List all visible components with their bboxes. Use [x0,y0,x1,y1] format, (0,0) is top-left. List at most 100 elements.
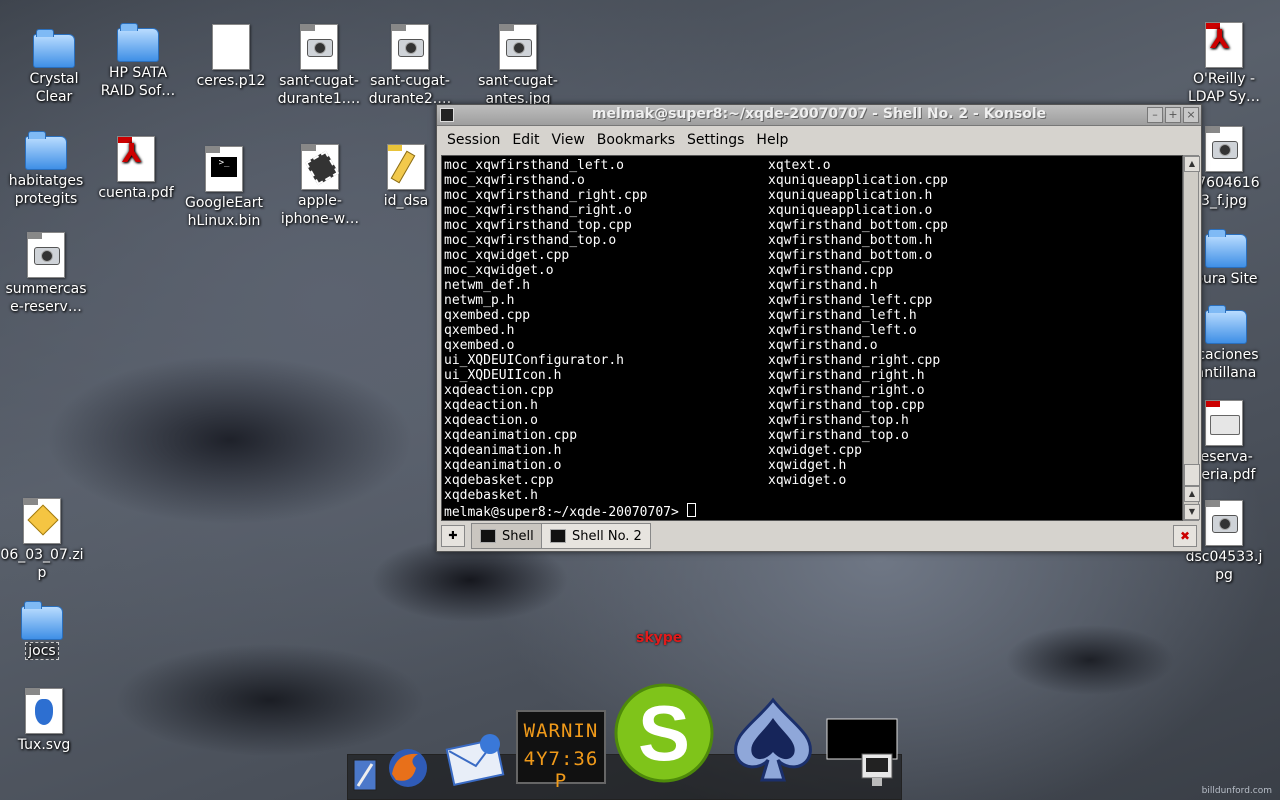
desktop-icon-habitatges-protegits[interactable]: habitatges protegits [4,128,88,208]
image-icon [1205,500,1243,546]
icon-label: dsc04533.jpg [1185,549,1263,583]
zip-icon [23,498,61,544]
icon-label: sant-cugat-antes.jpg [478,73,558,107]
desktop-icon-crystal-clear[interactable]: Crystal Clear [12,26,96,106]
file-entry: xqwfirsthand.h [768,278,878,293]
file-entry: xqwfirsthand_top.o [768,428,909,443]
desktop-icon-oreilly-ldap[interactable]: ⅄ O'Reilly - LDAP Sy… [1182,22,1266,106]
shell-prompt[interactable]: melmak@super8:~/xqde-20070707> [444,503,696,520]
new-session-button[interactable]: ✚ [441,525,465,547]
tab-bar: ✚ Shell Shell No. 2 ✖ [437,521,1201,551]
scroll-thumb[interactable] [1184,464,1200,486]
menu-view[interactable]: View [546,132,591,148]
file-entry: xquniqueapplication.h [768,188,933,203]
folder-icon [1205,229,1247,268]
file-entry: xqwfirsthand_right.o [768,383,925,398]
minimize-button[interactable]: – [1147,107,1163,123]
folder-icon [33,29,75,68]
prompt-text: melmak@super8:~/xqde-20070707> [444,505,687,520]
window-titlebar[interactable]: melmak@super8:~/xqde-20070707 - Shell No… [437,105,1201,126]
file-entry: xqwidget.h [768,458,847,473]
menu-settings[interactable]: Settings [681,132,750,148]
file-entry: xquniqueapplication.o [768,203,933,218]
tab-shell[interactable]: Shell [471,523,543,549]
firefox-icon[interactable] [386,744,430,792]
desktop-icon-sant-cugat-durante2[interactable]: sant-cugat-durante2.… [368,24,452,108]
desktop-icon-summercase[interactable]: summercase-reserv… [4,232,88,316]
file-entry: xqwfirsthand_top.h [768,413,909,428]
icon-label: jocs [0,642,84,660]
vertical-scrollbar[interactable]: ▲ ▲ ▼ [1183,155,1200,521]
file-entry: xqwfirsthand.cpp [768,263,894,278]
desktop-icon-zip[interactable]: 06_03_07.zip [0,498,84,582]
maximize-button[interactable]: + [1165,107,1181,123]
desktop-icon-apple-iphone[interactable]: apple-iphone-w… [278,144,362,228]
icon-label: Tux.svg [17,737,71,753]
menu-bar: Session Edit View Bookmarks Settings Hel… [437,126,1201,154]
spade-card-game-icon[interactable] [726,694,820,784]
icon-label: apple-iphone-w… [280,193,360,227]
file-entry: ui_XQDEUIIcon.h [444,368,562,383]
icon-label: cuenta.pdf [98,185,174,201]
menu-bookmarks[interactable]: Bookmarks [591,132,681,148]
file-entry: moc_xqwfirsthand_left.o [444,158,625,173]
listing-column-right: xqtext.o xquniqueapplication.cpp xquniquea… [768,158,1092,503]
icon-label: sant-cugat-durante2.… [368,73,452,107]
skype-icon[interactable]: S [612,680,716,786]
desktop-icon-sant-cugat-durante1[interactable]: sant-cugat-durante1.… [277,24,361,108]
file-entry: ui_XQDEUIConfigurator.h [444,353,625,368]
mail-icon[interactable] [442,726,508,792]
menu-help[interactable]: Help [750,132,794,148]
watermark-text: billdunford.com [1201,786,1272,796]
printer-icon [1205,400,1243,446]
window-title: melmak@super8:~/xqde-20070707 - Shell No… [591,106,1047,122]
desktop-icon-googleearth[interactable]: >_ GoogleEarthLinux.bin [182,146,266,230]
menu-session[interactable]: Session [441,132,506,148]
file-entry: xqdeanimation.cpp [444,428,578,443]
scroll-down-arrow-icon[interactable]: ▼ [1184,504,1200,520]
file-entry: xqwidget.cpp [768,443,862,458]
konsole-window[interactable]: melmak@super8:~/xqde-20070707 - Shell No… [436,104,1202,552]
video-icon [301,144,339,190]
file-entry: xqdebasket.cpp [444,473,554,488]
image-icon [391,24,429,70]
file-entry: netwm_p.h [444,293,515,308]
file-entry: xqwfirsthand_right.cpp [768,353,941,368]
file-entry: xqdeanimation.o [444,458,562,473]
desktop-icon-cuenta-pdf[interactable]: ⅄ cuenta.pdf [94,136,178,202]
scroll-up-arrow-icon[interactable]: ▲ [1184,156,1200,172]
tab-shell-no-2[interactable]: Shell No. 2 [541,523,651,549]
file-entry: xqwfirsthand_top.cpp [768,398,925,413]
pdf-icon: ⅄ [1205,22,1243,68]
file-entry: xqwfirsthand_bottom.o [768,248,933,263]
text-cursor [686,503,696,517]
file-entry: moc_xqwfirsthand_top.o [444,233,617,248]
image-icon [300,24,338,70]
scroll-up-arrow-icon[interactable]: ▲ [1184,486,1200,502]
icon-label: sant-cugat-durante1.… [277,73,361,107]
clock-led-display[interactable]: WARNIN 4Y7:36 P [516,710,606,792]
desktop-icon-sant-cugat-antes[interactable]: sant-cugat-antes.jpg [476,24,560,108]
file-entry: moc_xqwfirsthand_top.cpp [444,218,632,233]
file-entry: xqwfirsthand_left.cpp [768,293,933,308]
xcode-hammer-icon[interactable] [350,756,380,794]
desktop-icon-ceres[interactable]: ceres.p12 [189,24,273,90]
skype-tooltip: skype [636,630,683,646]
desktop-icon-jocs[interactable]: jocs [0,598,84,660]
menu-edit[interactable]: Edit [506,132,545,148]
desktop-icon-hp-sata-raid[interactable]: HP SATA RAID Sof… [96,20,180,100]
close-session-button[interactable]: ✖ [1173,525,1197,547]
terminal-icon [480,529,496,543]
text-icon [387,144,425,190]
terminal-icon [550,529,566,543]
document-icon [212,24,250,70]
desktop-icon-tux-svg[interactable]: Tux.svg [2,688,86,754]
desktop-icon-id-dsa[interactable]: id_dsa [376,144,436,210]
close-button[interactable]: × [1183,107,1199,123]
file-entry: xqwfirsthand_right.h [768,368,925,383]
icon-label: ceres.p12 [196,73,266,89]
terminal-screen-icon[interactable] [826,718,898,790]
terminal-output[interactable]: moc_xqwfirsthand_left.o moc_xqwfirsthand.… [441,155,1183,521]
icon-label: GoogleEarthLinux.bin [184,195,264,229]
file-entry: xqwfirsthand_left.h [768,308,917,323]
